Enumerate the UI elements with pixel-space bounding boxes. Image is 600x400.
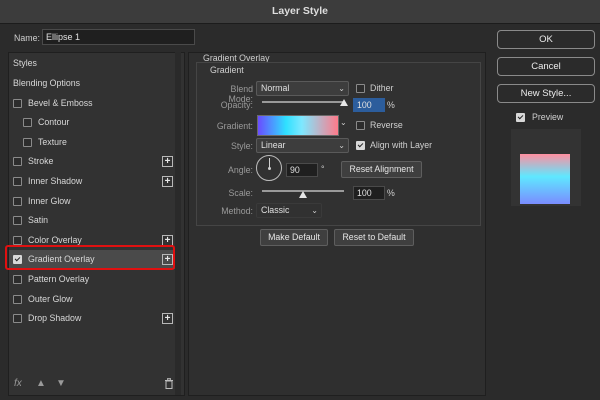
bevel-emboss-checkbox[interactable]: [13, 98, 22, 108]
style-item-label: Inner Glow: [28, 195, 71, 206]
style-item-satin[interactable]: Satin: [9, 211, 181, 230]
style-item-inner-glow[interactable]: Inner Glow: [9, 192, 181, 211]
preview-box: [511, 129, 581, 206]
stroke-checkbox[interactable]: [13, 157, 22, 167]
opacity-label: Opacity:: [220, 100, 253, 110]
trash-icon[interactable]: [164, 378, 174, 392]
style-item-label: Texture: [38, 136, 67, 147]
reverse-label: Reverse: [370, 120, 403, 130]
style-value: Linear: [261, 140, 286, 150]
gradient-swatch[interactable]: [257, 115, 339, 136]
style-item-blending-options[interactable]: Blending Options: [9, 74, 181, 93]
angle-input[interactable]: 90: [286, 163, 318, 177]
new-style-button[interactable]: New Style...: [497, 84, 595, 103]
chevron-down-icon: ⌄: [338, 84, 345, 93]
gradient-label: Gradient:: [216, 121, 253, 131]
scale-slider-thumb[interactable]: [299, 191, 307, 198]
style-item-label: Pattern Overlay: [28, 274, 90, 284]
style-item-outer-glow[interactable]: Outer Glow: [9, 290, 181, 309]
scale-label: Scale:: [228, 188, 253, 198]
angle-dial[interactable]: [256, 155, 282, 181]
dither-checkbox[interactable]: [356, 84, 365, 93]
color-overlay-checkbox[interactable]: [13, 235, 22, 245]
group-title: Gradient: [210, 65, 244, 75]
reverse-checkbox[interactable]: [356, 121, 365, 130]
opacity-input[interactable]: 100: [353, 98, 385, 112]
opacity-unit: %: [387, 100, 395, 110]
style-item-label: Bevel & Emboss: [28, 97, 93, 108]
angle-label: Angle:: [228, 165, 253, 175]
pattern-overlay-checkbox[interactable]: [13, 275, 22, 284]
title-bar: Layer Style: [0, 0, 600, 24]
style-select[interactable]: Linear ⌄: [256, 138, 349, 153]
cancel-button[interactable]: Cancel: [497, 57, 595, 76]
styles-header[interactable]: Styles: [9, 54, 185, 73]
name-input[interactable]: Ellipse 1: [42, 29, 195, 45]
style-item-label: Satin: [28, 215, 49, 226]
style-item-inner-shadow[interactable]: Inner Shadow +: [9, 172, 181, 191]
styles-toolbar: fx ▲ ▼: [14, 378, 179, 392]
plus-icon[interactable]: +: [162, 156, 173, 168]
style-item-label: Contour: [38, 117, 70, 128]
gradient-chevron-icon[interactable]: ⌄: [340, 118, 347, 127]
plus-icon[interactable]: +: [162, 176, 173, 187]
outer-glow-checkbox[interactable]: [13, 294, 22, 304]
reset-to-default-button[interactable]: Reset to Default: [334, 229, 414, 246]
style-item-texture[interactable]: Texture: [9, 133, 181, 152]
preview-checkbox[interactable]: [516, 113, 525, 122]
styles-panel: Styles Blending Options Bevel & Emboss Con…: [8, 52, 185, 396]
inner-glow-checkbox[interactable]: [13, 196, 22, 206]
style-item-contour[interactable]: Contour: [9, 113, 181, 132]
move-down-icon[interactable]: ▼: [56, 378, 66, 389]
texture-checkbox[interactable]: [23, 137, 32, 147]
align-with-layer-checkbox[interactable]: [356, 141, 365, 150]
opacity-slider-thumb[interactable]: [340, 99, 348, 106]
method-select[interactable]: Classic ⌄: [256, 203, 322, 218]
drop-shadow-checkbox[interactable]: [13, 314, 22, 324]
plus-icon[interactable]: +: [162, 313, 173, 325]
style-item-label: Blending Options: [13, 78, 80, 88]
chevron-down-icon: ⌄: [338, 141, 345, 150]
fx-label: fx: [14, 378, 22, 389]
angle-unit: °: [321, 164, 325, 174]
method-label: Method:: [221, 206, 253, 216]
blend-mode-select[interactable]: Normal ⌄: [256, 81, 349, 96]
style-item-pattern-overlay[interactable]: Pattern Overlay: [9, 270, 181, 289]
name-label: Name:: [14, 33, 40, 43]
align-with-layer-label: Align with Layer: [370, 140, 433, 150]
satin-checkbox[interactable]: [13, 216, 22, 226]
style-item-stroke[interactable]: Stroke +: [9, 152, 181, 171]
style-item-label: Outer Glow: [28, 293, 73, 304]
blend-mode-value: Normal: [261, 83, 290, 93]
style-item-label: Drop Shadow: [28, 313, 82, 324]
make-default-button[interactable]: Make Default: [260, 229, 328, 246]
preview-swatch: [520, 154, 570, 204]
contour-checkbox[interactable]: [23, 118, 32, 128]
style-item-label: Inner Shadow: [28, 176, 83, 186]
scale-unit: %: [387, 188, 395, 198]
reset-alignment-button[interactable]: Reset Alignment: [341, 161, 422, 178]
inner-shadow-checkbox[interactable]: [13, 177, 22, 186]
style-item-label: Stroke: [28, 156, 54, 167]
move-up-icon[interactable]: ▲: [36, 378, 46, 389]
preview-label: Preview: [532, 112, 564, 122]
window-title: Layer Style: [271, 5, 329, 17]
opacity-slider-track[interactable]: [262, 101, 344, 103]
fx-icon[interactable]: fx: [14, 378, 22, 389]
angle-dot: [268, 167, 271, 170]
style-item-drop-shadow[interactable]: Drop Shadow +: [9, 309, 181, 328]
chevron-down-icon: ⌄: [311, 206, 318, 215]
scale-input[interactable]: 100: [353, 186, 385, 200]
method-value: Classic: [261, 205, 290, 215]
style-label: Style:: [230, 141, 253, 151]
dither-label: Dither: [370, 83, 394, 93]
styles-scrollbar[interactable]: [175, 52, 181, 395]
selection-highlight: [5, 245, 175, 270]
ok-button[interactable]: OK: [497, 30, 595, 49]
style-item-bevel-emboss[interactable]: Bevel & Emboss: [9, 94, 181, 113]
